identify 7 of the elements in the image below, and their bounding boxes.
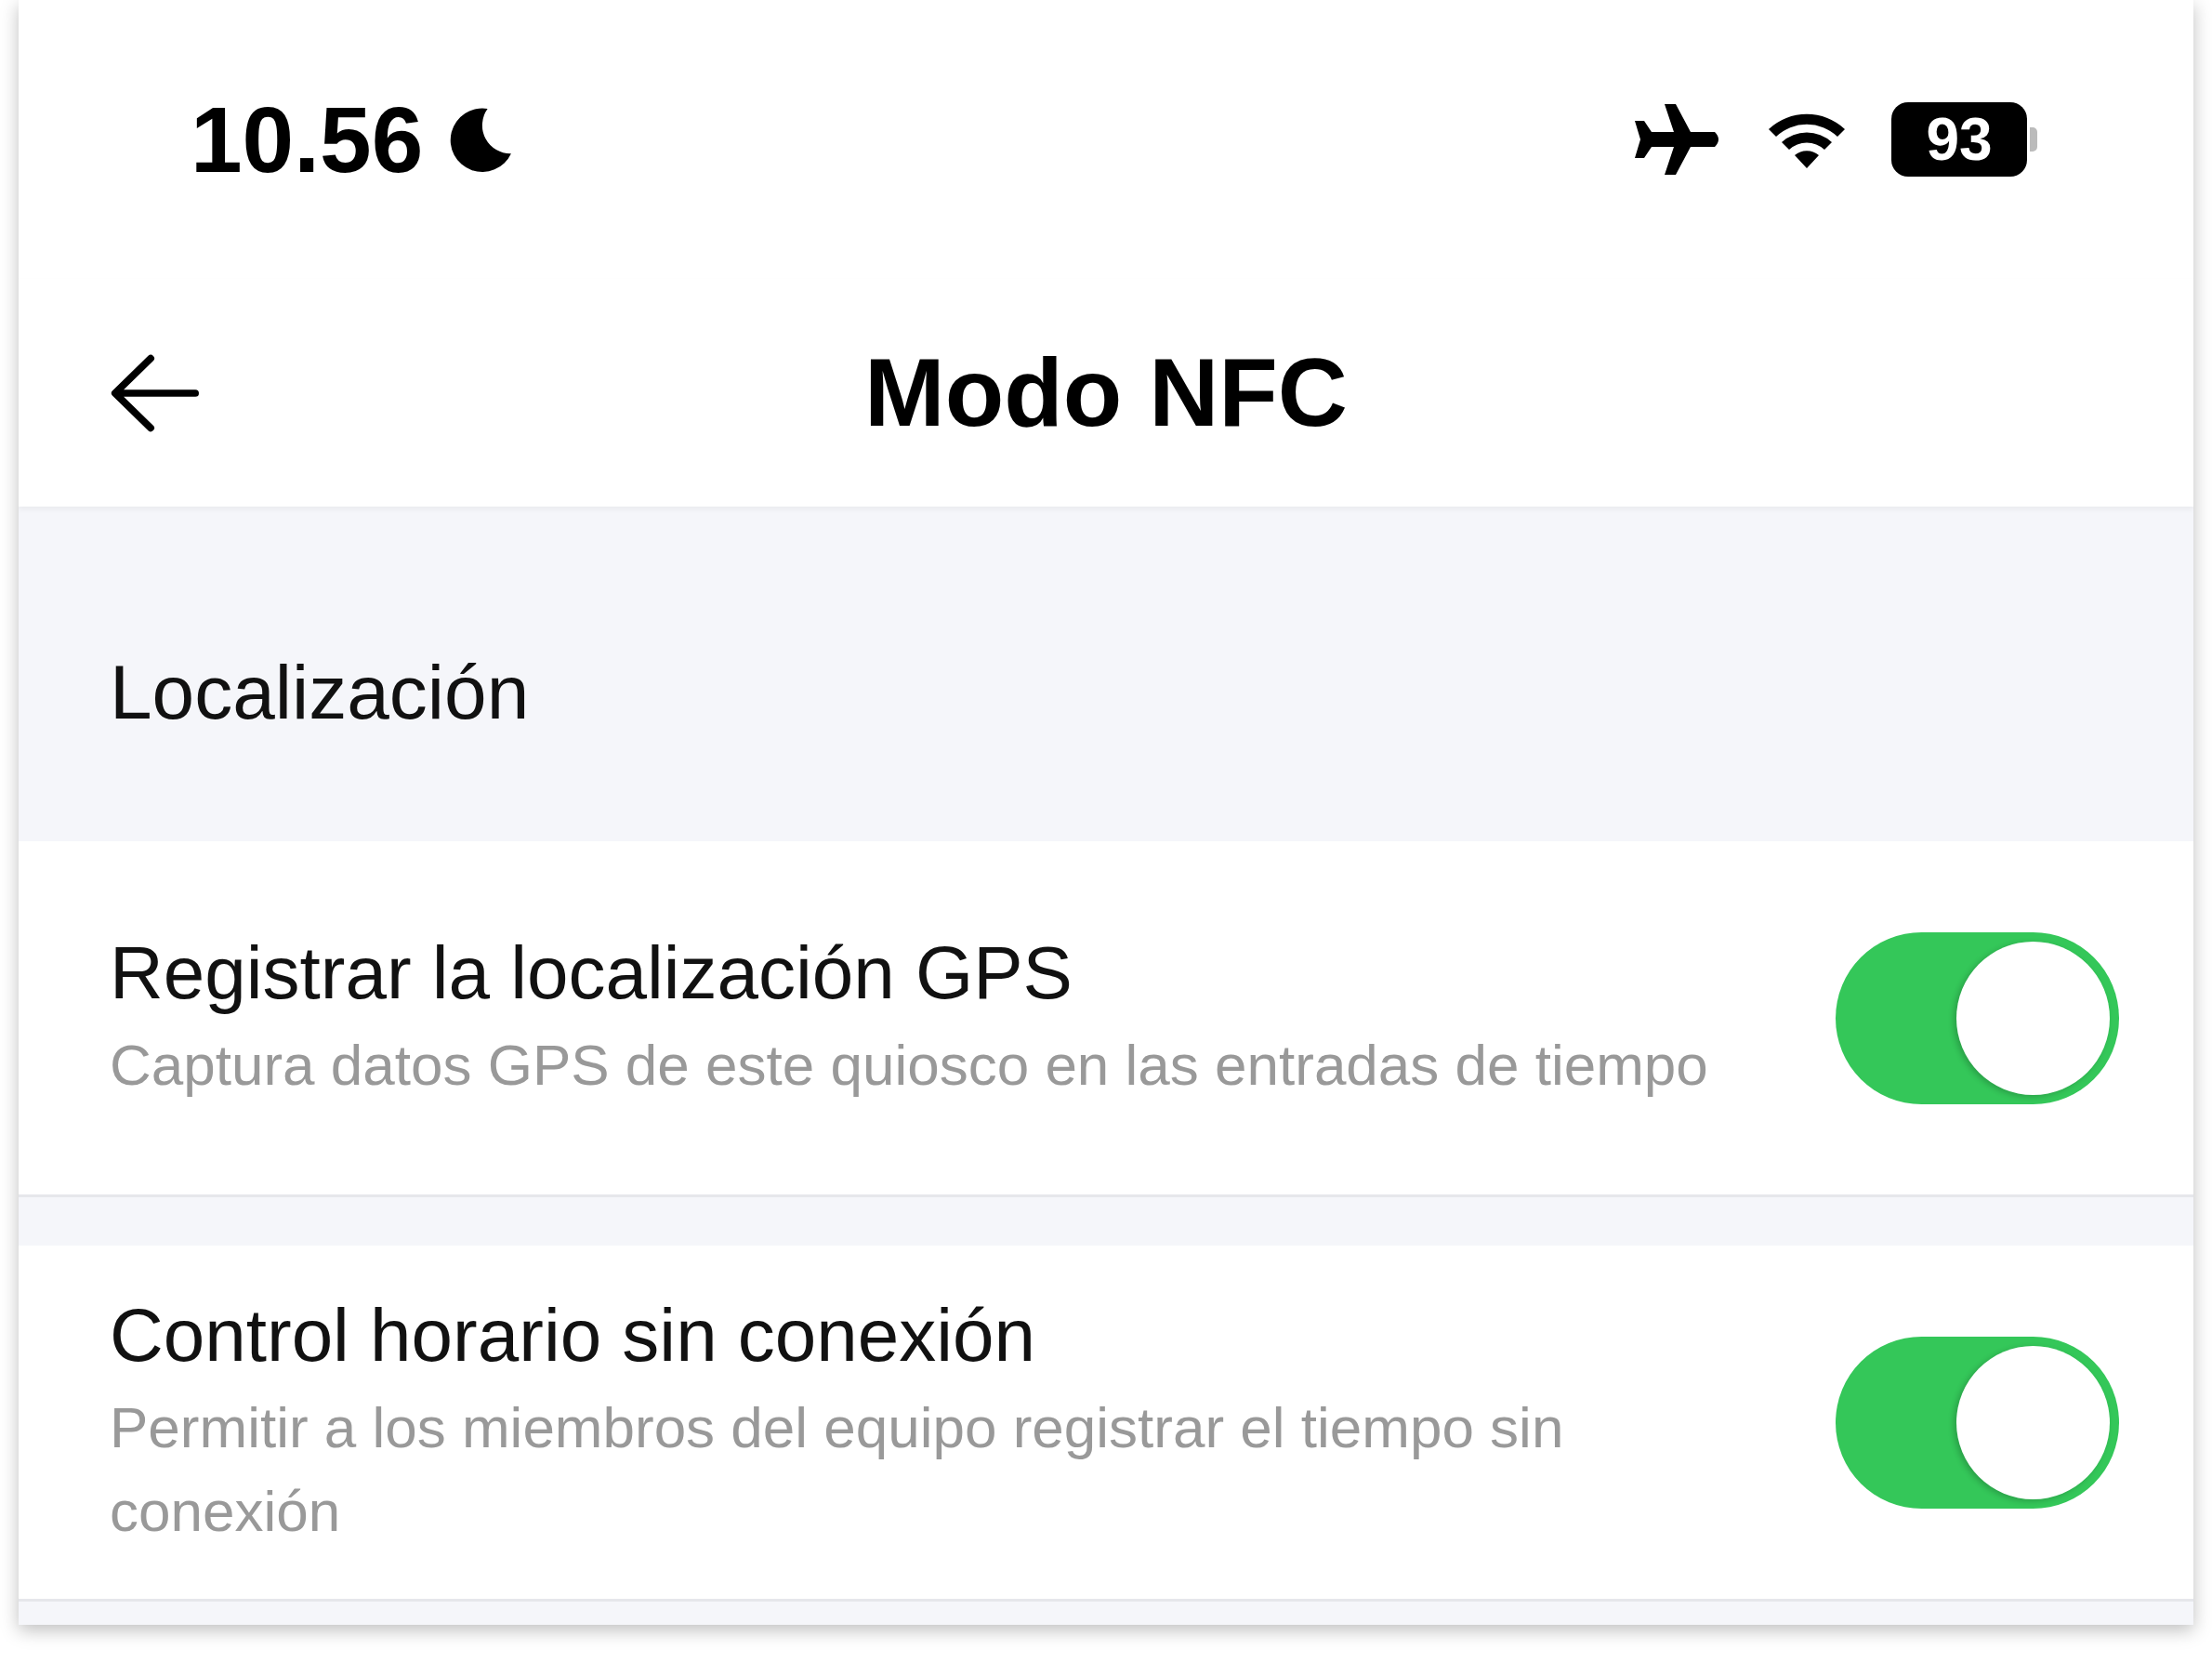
- section-title: Localización: [110, 649, 530, 736]
- status-time: 10.56: [191, 86, 424, 193]
- page-title: Modo NFC: [864, 337, 1348, 448]
- setting-description: Permitir a los miembros del equipo registrar el tiempo sin conexión: [110, 1394, 1565, 1545]
- setting-description: Captura datos GPS de este quiosco en las entradas de tiempo: [110, 1032, 1708, 1099]
- setting-title: Registrar la localización GPS: [110, 930, 1073, 1016]
- setting-title: Control horario sin conexión: [110, 1293, 1037, 1378]
